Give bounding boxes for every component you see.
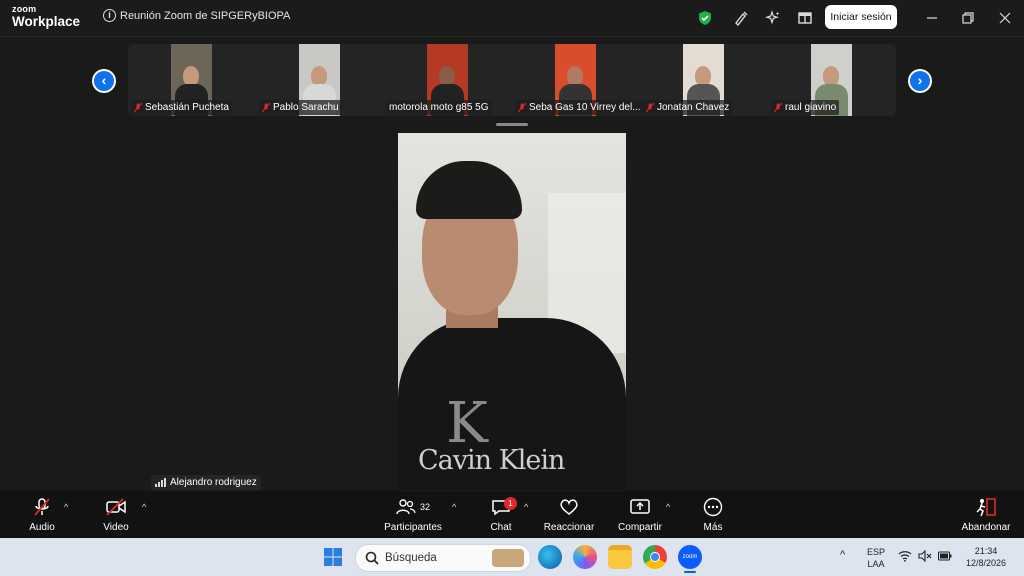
tray-overflow-chevron[interactable]: ^	[840, 549, 845, 561]
mic-muted-icon	[518, 102, 526, 112]
video-label: Video	[103, 522, 129, 533]
chat-options-caret[interactable]: ^	[524, 502, 528, 512]
chevron-right-icon: ›	[910, 71, 930, 91]
participant-name: Seba Gas 10 Virrey del...	[529, 102, 641, 113]
meeting-info[interactable]: i Reunión Zoom de SIPGERyBIOPA	[103, 9, 290, 22]
participant-name: raul giavino	[785, 102, 837, 113]
participant-name: Jonatan Chavez	[657, 102, 730, 113]
search-highlight-image	[492, 549, 524, 567]
file-explorer-icon[interactable]	[608, 545, 632, 569]
taskbar-search[interactable]: Búsqueda	[355, 544, 531, 572]
participant-label-2: Pablo Sarachu	[259, 100, 342, 115]
video-button[interactable]: Video	[100, 496, 132, 533]
leave-button[interactable]: Abandonar	[958, 496, 1014, 533]
participants-icon	[396, 499, 416, 515]
mic-muted-icon	[262, 102, 270, 112]
volume-muted-icon[interactable]	[918, 550, 932, 562]
participants-button[interactable]: 32 Participantes	[382, 496, 444, 533]
react-label: Reaccionar	[543, 522, 595, 533]
zoom-app-icon[interactable]: zoom	[678, 545, 702, 569]
speaker-name-tag: Alejandro rodriguez	[151, 475, 261, 490]
mic-muted-icon	[774, 102, 782, 112]
heart-icon	[560, 499, 578, 515]
search-placeholder: Búsqueda	[385, 552, 437, 564]
shield-icon[interactable]	[697, 10, 713, 26]
restore-icon[interactable]	[958, 8, 978, 28]
participant-name: motorola moto g85 5G	[389, 102, 489, 113]
chat-unread-badge: 1	[504, 497, 517, 510]
connection-signal-icon	[155, 478, 166, 487]
keyboard-layout: LAA	[867, 559, 885, 569]
mic-muted-icon	[134, 102, 142, 112]
participant-label-6: raul giavino	[771, 100, 840, 115]
gallery-view-icon[interactable]	[797, 10, 813, 26]
minimize-icon[interactable]	[922, 8, 942, 28]
language-code: ESP	[866, 547, 885, 557]
strip-next-button[interactable]: ›	[908, 69, 932, 93]
language-indicator[interactable]: ESP LAA	[864, 546, 888, 570]
chrome-icon[interactable]	[643, 545, 667, 569]
audio-button[interactable]: Audio	[24, 496, 60, 533]
info-icon: i	[103, 9, 116, 22]
video-options-caret[interactable]: ^	[142, 502, 146, 512]
speaker-name: Alejandro rodriguez	[170, 477, 257, 488]
search-icon	[365, 551, 379, 565]
participant-label-1: Sebastián Pucheta	[131, 100, 232, 115]
close-icon[interactable]	[995, 8, 1015, 28]
participants-options-caret[interactable]: ^	[452, 502, 456, 512]
share-label: Compartir	[618, 522, 662, 533]
active-app-indicator	[684, 571, 696, 573]
battery-icon[interactable]	[938, 551, 952, 561]
mic-muted-icon	[646, 102, 654, 112]
shirt-text: Cavin Klein	[418, 445, 565, 476]
participant-name: Sebastián Pucheta	[145, 102, 229, 113]
logo-big-text: Workplace	[12, 14, 81, 29]
more-button[interactable]: Más	[698, 496, 728, 533]
copilot-icon[interactable]	[573, 545, 597, 569]
more-label: Más	[703, 522, 723, 533]
audio-label: Audio	[29, 522, 55, 533]
clock[interactable]: 21:34 12/8/2026	[962, 545, 1010, 569]
strip-prev-button[interactable]: ‹	[92, 69, 116, 93]
participants-label: Participantes	[384, 522, 442, 533]
share-options-caret[interactable]: ^	[666, 502, 670, 512]
strip-resize-handle[interactable]	[496, 123, 528, 126]
signin-button[interactable]: Iniciar sesión	[825, 5, 897, 29]
participant-label-3: motorola moto g85 5G	[386, 100, 492, 115]
mic-muted-icon	[34, 498, 50, 516]
edge-browser-icon[interactable]	[538, 545, 562, 569]
whiteboard-pen-icon[interactable]	[733, 10, 749, 26]
logo-small-text: zoom	[12, 4, 37, 14]
video-off-icon	[106, 498, 126, 516]
wifi-icon[interactable]	[898, 550, 912, 562]
participants-count: 32	[419, 502, 430, 512]
clock-date: 12/8/2026	[965, 558, 1007, 568]
react-button[interactable]: Reaccionar	[543, 496, 595, 533]
participant-label-4: Seba Gas 10 Virrey del...	[515, 100, 644, 115]
chat-label: Chat	[490, 522, 512, 533]
leave-label: Abandonar	[961, 522, 1011, 533]
share-button[interactable]: Compartir	[615, 496, 665, 533]
audio-options-caret[interactable]: ^	[64, 502, 68, 512]
participant-name: Pablo Sarachu	[273, 102, 339, 113]
share-screen-icon	[630, 499, 650, 514]
leave-icon	[976, 498, 996, 517]
meeting-title: Reunión Zoom de SIPGERyBIOPA	[120, 9, 291, 22]
chevron-left-icon: ‹	[94, 71, 114, 91]
ai-sparkle-icon[interactable]	[765, 10, 781, 26]
more-icon	[703, 497, 723, 517]
windows-start-icon[interactable]	[323, 547, 343, 567]
participant-label-5: Jonatan Chavez	[643, 100, 733, 115]
active-speaker-video[interactable]: K Cavin Klein	[398, 133, 626, 490]
clock-time: 21:34	[974, 546, 998, 556]
zoom-logo: zoom Workplace	[12, 5, 80, 29]
